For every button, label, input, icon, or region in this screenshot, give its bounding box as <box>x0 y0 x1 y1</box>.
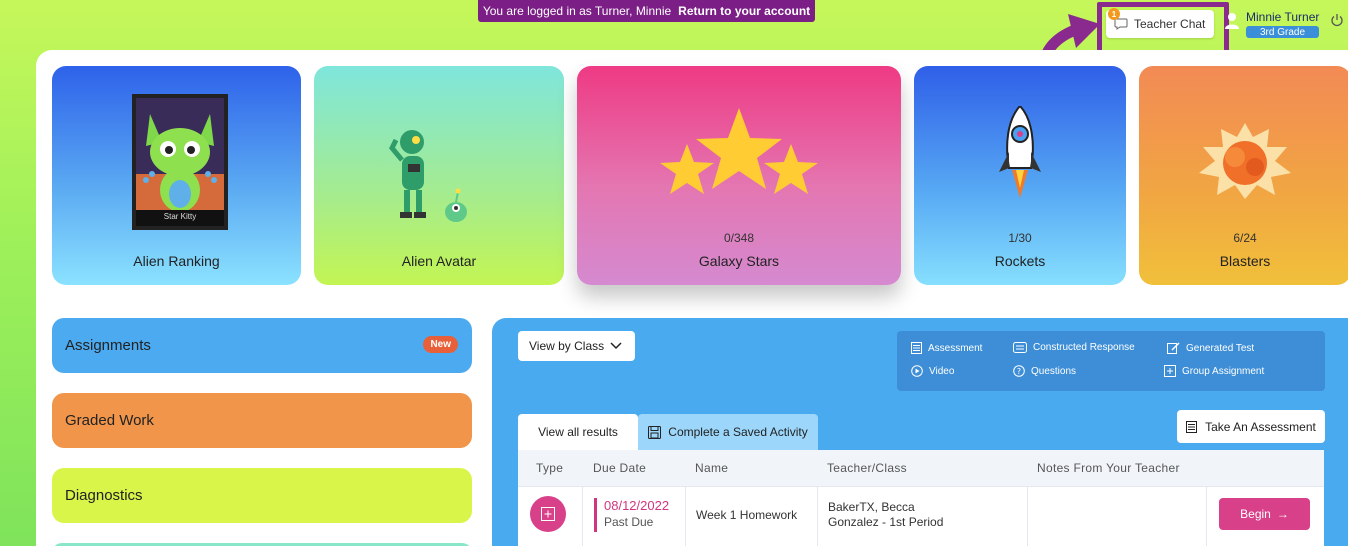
stars-icon <box>660 108 818 194</box>
col-notes: Notes From Your Teacher <box>1037 461 1180 475</box>
group-assignment-icon <box>541 507 555 521</box>
column-divider <box>817 487 818 546</box>
new-badge: New <box>423 336 458 353</box>
view-by-label: View by Class <box>529 339 605 353</box>
logout-power-icon[interactable] <box>1330 13 1344 27</box>
return-to-account-link[interactable]: Return to your account <box>678 4 810 18</box>
tab-saved-label: Complete a Saved Activity <box>668 425 808 439</box>
galaxy-stars-count: 0/348 <box>723 231 755 245</box>
diagnostics-label: Diagnostics <box>65 487 143 504</box>
group-assignment-icon <box>1164 365 1176 377</box>
robot-alien-icon <box>389 130 467 222</box>
activity-type-legend: Assessment Constructed Response Generate… <box>897 331 1325 391</box>
generated-test-icon <box>1167 342 1180 354</box>
chevron-down-icon <box>610 342 622 350</box>
legend-generated-test: Generated Test <box>1167 342 1254 354</box>
diagnostics-button[interactable]: Diagnostics <box>52 468 472 523</box>
svg-text:?: ? <box>1017 367 1021 376</box>
blasters-count: 6/24 <box>1233 231 1257 245</box>
assignments-label: Assignments <box>65 337 151 354</box>
teacher-class-cell: BakerTX, Becca Gonzalez - 1st Period <box>828 500 943 530</box>
begin-button[interactable]: Begin → <box>1219 498 1310 530</box>
assignments-button[interactable]: Assignments New <box>52 318 472 373</box>
teacher-chat-label: Teacher Chat <box>1134 17 1206 31</box>
galaxy-stars-card[interactable]: 0/348 Galaxy Stars <box>577 66 901 285</box>
due-date-cell: 08/12/2022 Past Due <box>594 498 669 532</box>
table-row: 08/12/2022 Past Due Week 1 Homework Bake… <box>518 486 1324 546</box>
grade-badge: 3rd Grade <box>1246 26 1319 38</box>
col-teacher-class: Teacher/Class <box>827 461 907 475</box>
galaxy-stars-label: Galaxy Stars <box>698 253 780 269</box>
due-date: 08/12/2022 <box>604 498 670 513</box>
col-due-date: Due Date <box>593 461 647 475</box>
view-by-class-dropdown[interactable]: View by Class <box>518 331 635 361</box>
legend-group-assignment: Group Assignment <box>1164 365 1264 377</box>
group-assignment-type-icon <box>530 496 566 532</box>
column-divider <box>1027 487 1028 546</box>
past-due-status: Past Due <box>604 515 654 529</box>
user-avatar-icon <box>1225 13 1239 29</box>
arrow-right-icon: → <box>1276 507 1289 521</box>
teacher-name: BakerTX, Becca <box>828 500 915 514</box>
col-name: Name <box>695 461 729 475</box>
alien-ranking-label: Alien Ranking <box>133 253 220 269</box>
column-divider <box>1206 487 1207 546</box>
tab-view-all-results[interactable]: View all results <box>518 414 638 450</box>
question-icon: ? <box>1013 365 1025 377</box>
rockets-label: Rockets <box>994 253 1046 269</box>
legend-generated-label: Generated Test <box>1186 342 1255 354</box>
user-name[interactable]: Minnie Turner <box>1246 10 1319 24</box>
blasters-card[interactable]: 6/24 Blasters <box>1139 66 1348 285</box>
teacher-chat-button[interactable]: Teacher Chat <box>1106 10 1214 38</box>
chat-notification-badge: 1 <box>1108 8 1120 20</box>
graded-work-label: Graded Work <box>65 412 154 429</box>
alien-ranking-card[interactable]: Star Kitty Alien Ranking <box>52 66 301 285</box>
blasters-label: Blasters <box>1219 253 1271 269</box>
legend-assessment-label: Assessment <box>928 342 983 354</box>
tab-view-all-label: View all results <box>538 425 618 439</box>
impersonation-banner: You are logged in as Turner, Minnie Retu… <box>478 0 815 22</box>
video-play-icon <box>911 365 923 377</box>
tab-complete-saved-activity[interactable]: Complete a Saved Activity <box>638 414 818 450</box>
chat-icon <box>1114 18 1128 30</box>
graded-work-button[interactable]: Graded Work <box>52 393 472 448</box>
legend-assessment: Assessment <box>911 342 982 354</box>
take-assessment-label: Take An Assessment <box>1205 419 1316 434</box>
legend-constructed-response: Constructed Response <box>1013 342 1135 353</box>
logged-in-text: You are logged in as Turner, Minnie <box>482 4 672 18</box>
col-type: Type <box>536 461 564 475</box>
rockets-count: 1/30 <box>1008 231 1032 245</box>
legend-questions-label: Questions <box>1031 365 1077 377</box>
column-divider <box>582 487 583 546</box>
legend-video: Video <box>911 365 954 377</box>
take-assessment-button[interactable]: Take An Assessment <box>1177 410 1325 443</box>
legend-questions: ? Questions <box>1013 365 1076 377</box>
assessment-icon <box>1186 420 1198 433</box>
assignments-table-header: Type Due Date Name Teacher/Class Notes F… <box>518 450 1324 486</box>
alien-avatar-card[interactable]: Alien Avatar <box>314 66 564 285</box>
legend-constructed-label: Constructed Response <box>1033 342 1135 353</box>
star-kitty-caption: Star Kitty <box>163 212 197 221</box>
column-divider <box>685 487 686 546</box>
alien-avatar-label: Alien Avatar <box>401 253 477 269</box>
rockets-card[interactable]: 1/30 Rockets <box>914 66 1126 285</box>
explosion-icon <box>1199 123 1291 199</box>
rocket-icon <box>999 106 1041 198</box>
save-icon <box>648 425 662 439</box>
begin-label: Begin <box>1240 507 1271 521</box>
class-name: Gonzalez - 1st Period <box>828 515 944 529</box>
legend-group-label: Group Assignment <box>1182 365 1265 377</box>
assignment-name: Week 1 Homework <box>696 508 798 522</box>
constructed-response-icon <box>1013 342 1027 353</box>
star-kitty-image <box>132 94 228 230</box>
assessment-icon <box>911 342 922 354</box>
legend-video-label: Video <box>929 365 955 377</box>
